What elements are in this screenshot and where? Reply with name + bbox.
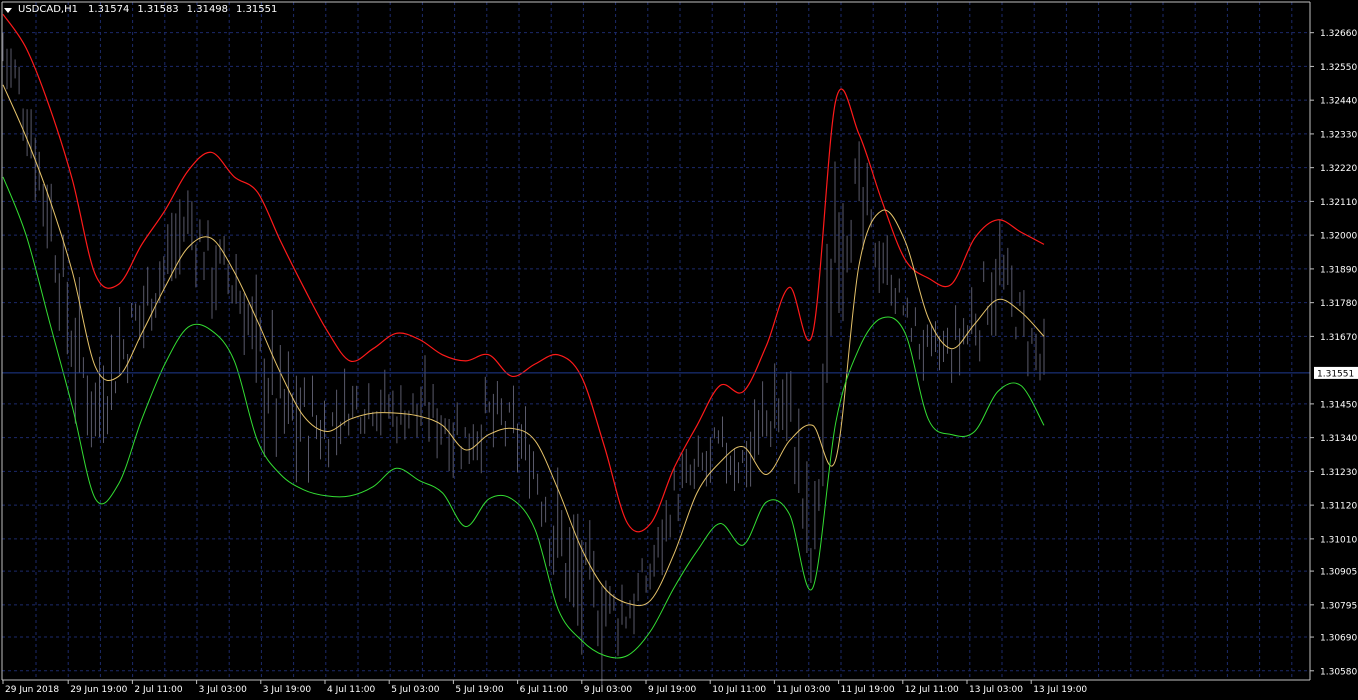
chart-area[interactable]: 1.32660 1.32550 1.32440 1.32330 1.32220 1.321… [0,0,1358,700]
x-tick-label: 13 Jul 03:00 [969,685,1023,695]
price-bars [2,32,1045,685]
y-tick-label: 1.32440 [1320,97,1357,107]
x-tick-label: 3 Jul 03:00 [199,685,248,695]
x-tick-label: 11 Jul 19:00 [841,685,895,695]
y-tick-label: 1.32550 [1320,63,1357,73]
y-tick-label: 1.30580 [1320,667,1357,677]
x-tick-label: 6 Jul 11:00 [520,685,569,695]
x-tick-label: 13 Jul 19:00 [1033,685,1087,695]
y-tick-label: 1.31780 [1320,299,1357,309]
lower-band-line [2,176,1045,659]
symbol-label: USDCAD,H1 [18,4,78,15]
y-tick-label: 1.30690 [1320,634,1357,644]
chart-header: USDCAD,H1 1.31574 1.31583 1.31498 1.3155… [4,3,281,17]
y-tick-label: 1.31010 [1320,535,1357,545]
open-value: 1.31574 [87,4,130,15]
upper-band-line [2,13,1045,533]
y-tick-label: 1.31120 [1320,502,1357,512]
x-tick-label: 29 Jun 19:00 [70,685,127,695]
y-tick-label: 1.30905 [1320,568,1357,578]
middle-band-line [2,84,1045,607]
y-tick-label: 1.32000 [1320,232,1357,242]
y-tick-label: 1.32220 [1320,164,1357,174]
dropdown-arrow-icon[interactable] [4,7,12,13]
y-tick-label: 1.31230 [1320,468,1357,478]
y-tick-label: 1.31890 [1320,265,1357,275]
x-tick-label: 5 Jul 19:00 [455,685,504,695]
x-tick-label: 10 Jul 11:00 [712,685,766,695]
y-tick-label: 1.31450 [1320,400,1357,410]
y-tick-label: 1.30795 [1320,601,1357,611]
close-value: 1.31551 [236,4,278,15]
y-tick-label: 1.32660 [1320,29,1357,39]
y-tick-label: 1.31340 [1320,434,1357,444]
x-tick-label: 9 Jul 19:00 [648,685,697,695]
high-value: 1.31583 [137,4,179,15]
x-tick-label: 29 Jun 2018 [5,685,59,695]
x-tick-label: 12 Jul 11:00 [905,685,959,695]
x-tick-label: 3 Jul 19:00 [263,685,312,695]
current-price-label: 1.31551 [1317,369,1354,379]
x-tick-label: 4 Jul 11:00 [327,685,376,695]
x-tick-label: 11 Jul 03:00 [776,685,830,695]
y-tick-label: 1.32110 [1320,198,1357,208]
x-tick-label: 5 Jul 03:00 [391,685,440,695]
x-tick-label: 9 Jul 03:00 [584,685,633,695]
y-tick-label: 1.31670 [1320,333,1357,343]
grid [2,2,1310,680]
x-tick-label: 2 Jul 11:00 [134,685,183,695]
price-chart[interactable]: 1.32660 1.32550 1.32440 1.32330 1.32220 1.321… [0,0,1358,700]
y-tick-label: 1.32330 [1320,130,1357,140]
low-value: 1.31498 [186,4,229,15]
